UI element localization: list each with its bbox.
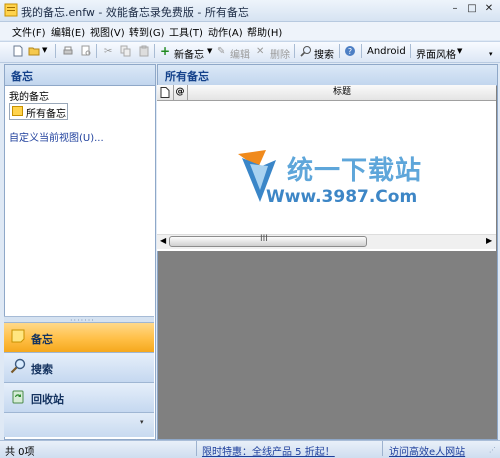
- toolbar-separator: [55, 44, 56, 58]
- column-header-attachment[interactable]: @: [173, 85, 188, 100]
- skin-button[interactable]: 界面风格: [416, 46, 456, 61]
- nav-button-label: 备忘: [31, 333, 53, 346]
- maximize-button[interactable]: □: [465, 2, 479, 16]
- svg-text:?: ?: [348, 47, 352, 56]
- new-file-icon[interactable]: [12, 45, 24, 57]
- search-button[interactable]: 搜索: [314, 46, 334, 61]
- navigation-pane-title: 备忘: [11, 70, 33, 83]
- scroll-grip: III: [260, 234, 268, 244]
- menu-file[interactable]: 文件(F): [12, 24, 46, 39]
- delete-icon[interactable]: ✕: [256, 46, 264, 57]
- magnifier-icon: [10, 358, 26, 374]
- paste-icon[interactable]: [138, 45, 150, 57]
- open-folder-icon[interactable]: [28, 45, 40, 57]
- menu-view[interactable]: 视图(V): [90, 24, 125, 39]
- nav-button-search[interactable]: [4, 352, 154, 382]
- content-pane-title: 所有备忘: [165, 70, 209, 83]
- configure-buttons-icon[interactable]: ▾: [140, 418, 144, 426]
- note-folder-icon: [12, 106, 23, 116]
- window-title: 我的备忘.enfw - 效能备忘录免费版 - 所有备忘: [21, 6, 249, 19]
- menu-tools[interactable]: 工具(T): [169, 24, 203, 39]
- skin-dropdown-icon[interactable]: ▼: [457, 47, 462, 55]
- cut-icon[interactable]: ✂: [104, 46, 112, 57]
- toolbar-separator: [294, 44, 295, 58]
- android-button[interactable]: Android: [367, 46, 406, 57]
- close-button[interactable]: ✕: [482, 2, 496, 16]
- column-header-title[interactable]: 标题: [188, 85, 496, 100]
- app-icon: [4, 3, 18, 17]
- menu-actions[interactable]: 动作(A): [208, 24, 243, 39]
- nav-button-notes[interactable]: [4, 322, 154, 352]
- toolbar-separator: [96, 44, 97, 58]
- print-preview-icon[interactable]: [80, 45, 92, 57]
- watermark-url: Www.3987.Com: [266, 187, 418, 207]
- new-note-dropdown-icon[interactable]: ▼: [207, 47, 212, 55]
- add-icon[interactable]: +: [160, 44, 170, 58]
- edit-icon[interactable]: ✎: [217, 46, 225, 57]
- new-note-button[interactable]: 新备忘: [174, 46, 204, 61]
- scrollbar-thumb[interactable]: [169, 236, 367, 247]
- copy-icon[interactable]: [120, 45, 132, 57]
- promo-link[interactable]: 限时特惠：全线产品 5 折起！: [202, 443, 335, 458]
- notes-icon: [11, 329, 25, 343]
- scroll-left-icon[interactable]: ◀: [160, 236, 166, 245]
- help-icon[interactable]: ?: [344, 45, 356, 57]
- item-count: 共 0项: [5, 447, 35, 458]
- menu-help[interactable]: 帮助(H): [247, 24, 282, 39]
- nav-button-label: 回收站: [31, 393, 64, 406]
- toolbar-separator: [361, 44, 362, 58]
- folder-item-label: 所有备忘: [26, 109, 66, 120]
- column-header-type[interactable]: [157, 85, 174, 100]
- status-separator: [382, 441, 383, 456]
- resize-grip-icon[interactable]: ⋰: [489, 446, 496, 454]
- nav-configure-bar[interactable]: [4, 412, 154, 437]
- recycle-bin-icon: [12, 390, 24, 404]
- nav-button-label: 搜索: [31, 363, 53, 376]
- menu-goto[interactable]: 转到(G): [129, 24, 165, 39]
- search-icon[interactable]: [300, 45, 312, 57]
- toolbar-overflow-icon[interactable]: ▾: [489, 50, 493, 58]
- menu-edit[interactable]: 编辑(E): [51, 24, 85, 39]
- edit-button[interactable]: 编辑: [230, 46, 250, 61]
- toolbar-separator: [339, 44, 340, 58]
- notebook-group-label: 我的备忘: [9, 92, 49, 103]
- status-separator: [196, 441, 197, 456]
- toolbar-separator: [154, 44, 155, 58]
- website-link[interactable]: 访问高效e人网站: [389, 443, 465, 458]
- document-icon: [160, 87, 170, 98]
- minimize-button[interactable]: –: [448, 2, 462, 16]
- print-icon[interactable]: [62, 45, 74, 57]
- scroll-right-icon[interactable]: ▶: [486, 236, 492, 245]
- customize-view-link[interactable]: 自定义当前视图(U)...: [9, 129, 104, 144]
- watermark-title: 统一下载站: [287, 156, 423, 186]
- toolbar-separator: [410, 44, 411, 58]
- nav-button-recycle-bin[interactable]: [4, 382, 154, 412]
- delete-button[interactable]: 删除: [270, 46, 290, 61]
- open-dropdown-icon[interactable]: ▼: [42, 46, 47, 54]
